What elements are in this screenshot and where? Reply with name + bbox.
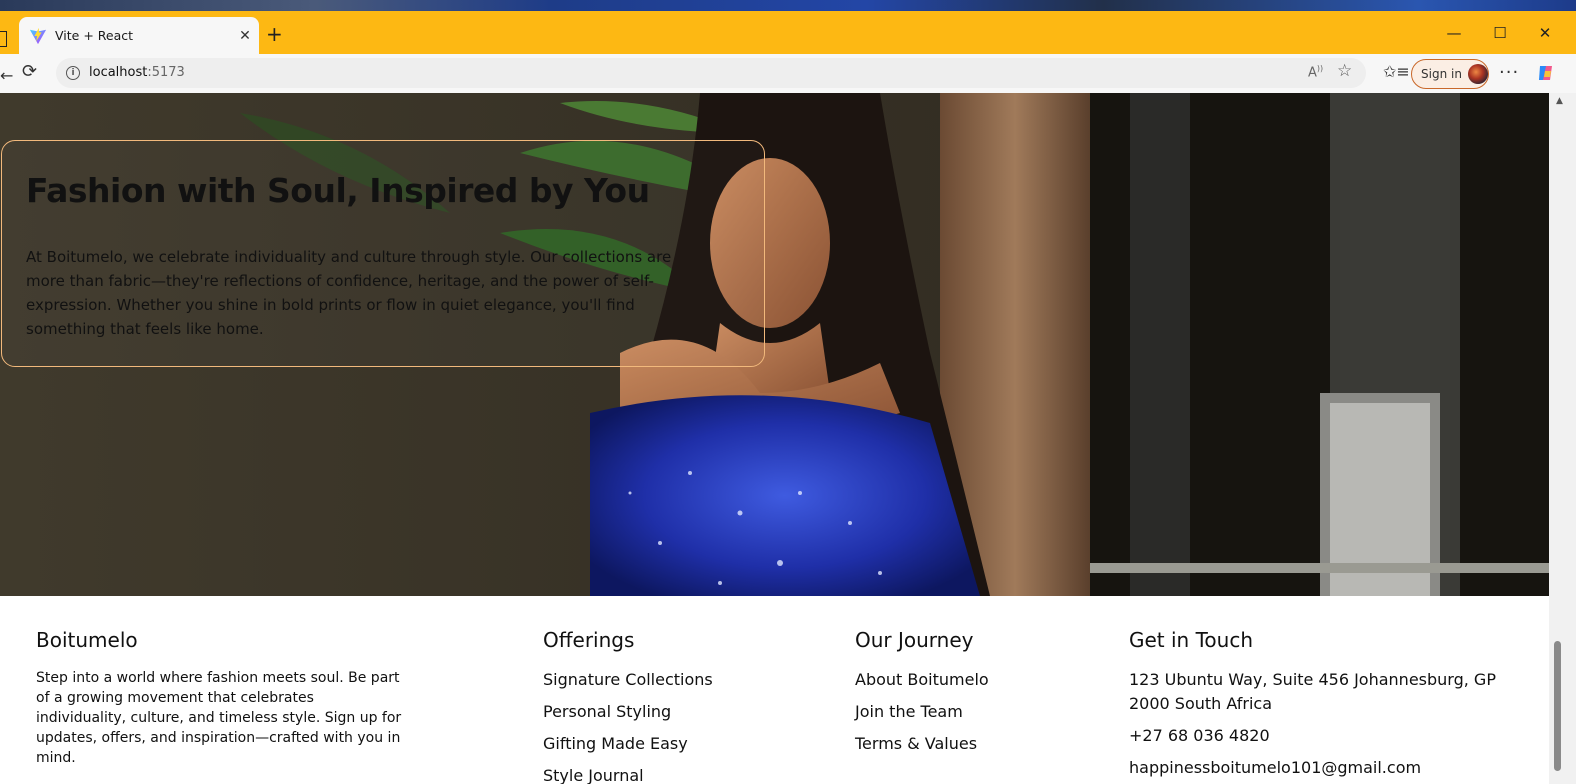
minimize-icon[interactable]: —: [1431, 21, 1477, 45]
new-tab-plus-icon[interactable]: +: [266, 23, 283, 45]
url-host: localhost: [89, 65, 148, 80]
footer-link-join-team[interactable]: Join the Team: [855, 700, 989, 732]
copilot-icon[interactable]: [1536, 63, 1556, 83]
signin-label: Sign in: [1421, 67, 1462, 81]
signin-button[interactable]: Sign in: [1411, 59, 1489, 89]
footer-link-terms[interactable]: Terms & Values: [855, 732, 989, 764]
favorites-icon[interactable]: ✩≡: [1383, 62, 1410, 81]
more-icon[interactable]: ···: [1499, 62, 1519, 83]
star-icon[interactable]: ☆: [1337, 61, 1352, 81]
read-aloud-icon[interactable]: A)): [1308, 64, 1323, 80]
contact-address: 123 Ubuntu Way, Suite 456 Johannesburg, …: [1129, 670, 1496, 713]
info-icon[interactable]: i: [66, 66, 80, 80]
footer-link-style-journal[interactable]: Style Journal: [543, 764, 713, 784]
refresh-icon[interactable]: ⟳: [22, 62, 42, 82]
footer-offerings-column: Offerings Signature Collections Personal…: [543, 628, 713, 784]
footer-journey-title: Our Journey: [855, 628, 974, 652]
footer-brand-blurb: Step into a world where fashion meets so…: [36, 670, 402, 766]
footer-link-signature-collections[interactable]: Signature Collections: [543, 668, 713, 700]
footer-brand-title: Boitumelo: [36, 628, 138, 652]
browser-titlebar: Vite + React ✕ + — ☐ ✕: [0, 11, 1576, 54]
footer-link-about[interactable]: About Boitumelo: [855, 668, 989, 700]
web-page: Fashion with Soul, Inspired by You At Bo…: [0, 93, 1549, 784]
hero-text: At Boitumelo, we celebrate individuality…: [26, 248, 672, 338]
contact-email[interactable]: happinessboitumelo101@gmail.com: [1129, 756, 1509, 780]
browser-toolbar: ← ⟳ i localhost:5173 A)) ☆ ✩≡ Sign in ··…: [0, 54, 1576, 94]
hero-card: Fashion with Soul, Inspired by You At Bo…: [1, 140, 765, 367]
back-icon[interactable]: ←: [0, 66, 13, 85]
maximize-icon[interactable]: ☐: [1477, 21, 1523, 45]
scroll-thumb[interactable]: [1554, 641, 1561, 771]
vite-favicon-icon: [29, 27, 47, 44]
url-port: :5173: [147, 65, 185, 80]
previous-tab-edge[interactable]: [0, 31, 7, 47]
footer-link-gifting[interactable]: Gifting Made Easy: [543, 732, 713, 764]
close-tab-icon[interactable]: ✕: [231, 28, 259, 44]
contact-phone[interactable]: +27 68 036 4820: [1129, 724, 1509, 748]
avatar: [1467, 64, 1488, 84]
hero-title: Fashion with Soul, Inspired by You: [26, 171, 650, 210]
tab-title: Vite + React: [55, 28, 134, 43]
footer-link-personal-styling[interactable]: Personal Styling: [543, 700, 713, 732]
hero-section: Fashion with Soul, Inspired by You At Bo…: [0, 93, 1549, 596]
footer-brand-column: Boitumelo Step into a world where fashio…: [36, 628, 406, 768]
close-window-icon[interactable]: ✕: [1522, 21, 1568, 45]
desktop-background: [0, 0, 1576, 11]
browser-tab[interactable]: Vite + React ✕: [19, 17, 259, 54]
footer-offerings-title: Offerings: [543, 628, 635, 652]
scroll-up-icon[interactable]: ▲: [1556, 96, 1563, 106]
site-footer: Boitumelo Step into a world where fashio…: [0, 596, 1549, 784]
page-scrollbar[interactable]: ▲: [1549, 93, 1576, 784]
footer-contact-column: Get in Touch 123 Ubuntu Way, Suite 456 J…: [1129, 628, 1509, 784]
url-text[interactable]: localhost:5173: [89, 65, 185, 80]
address-bar[interactable]: i localhost:5173 A)) ☆: [56, 58, 1366, 88]
footer-contact-title: Get in Touch: [1129, 628, 1253, 652]
footer-journey-column: Our Journey About Boitumelo Join the Tea…: [855, 628, 989, 764]
